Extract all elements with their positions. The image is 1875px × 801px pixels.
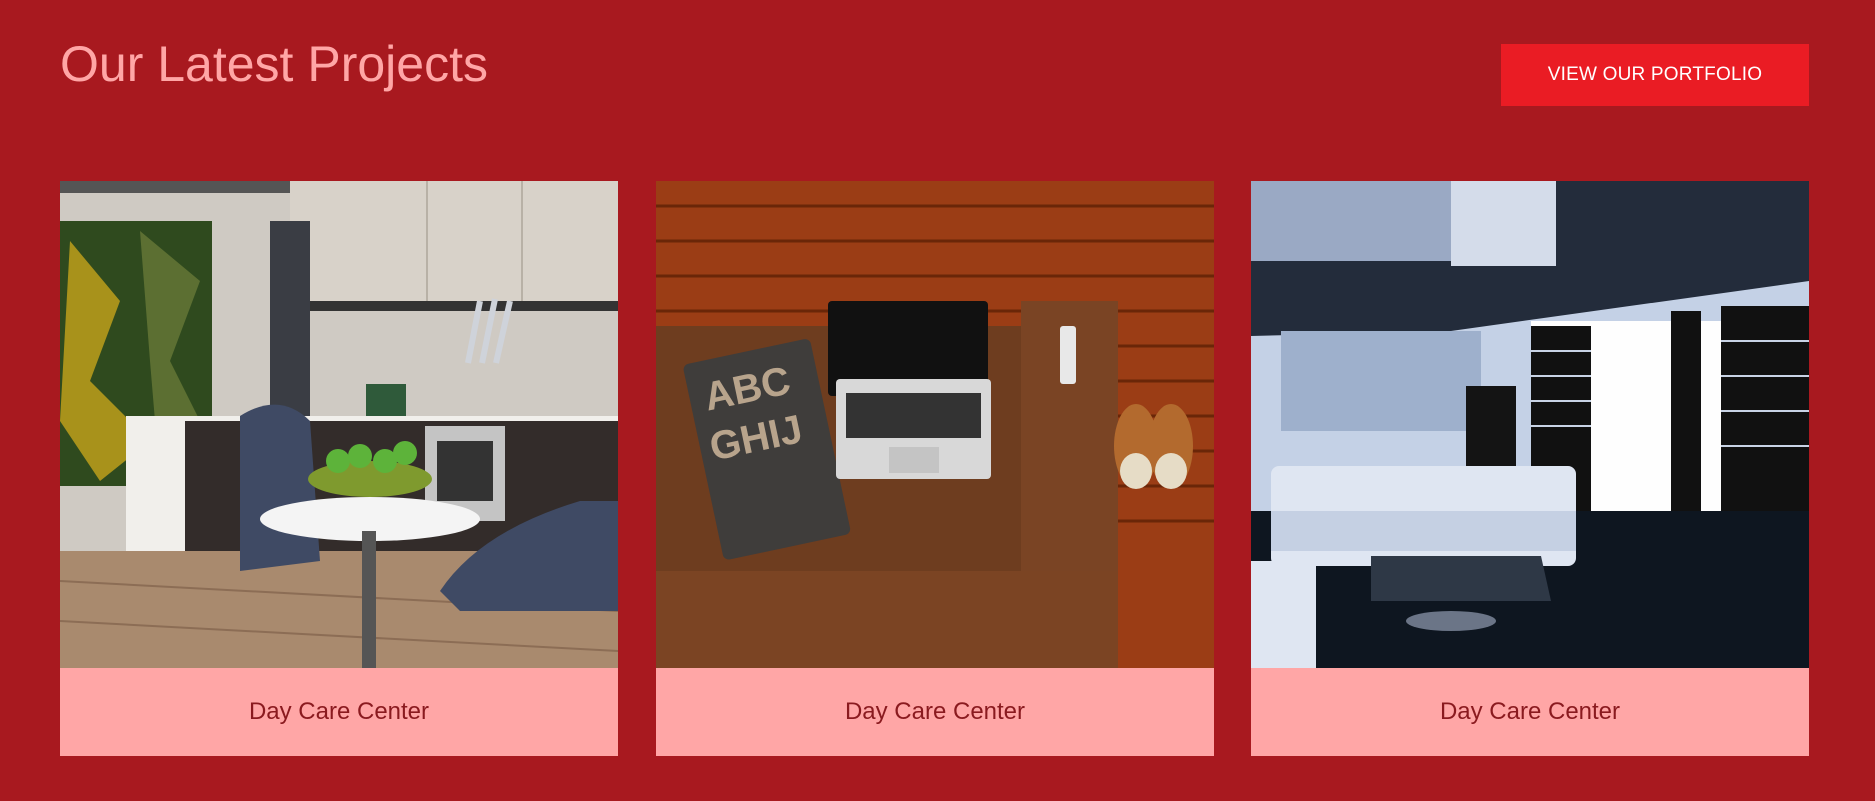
sofa-laptop-illustration: ABC GHIJ — [656, 181, 1214, 668]
living-room-illustration — [1251, 181, 1809, 668]
view-portfolio-button[interactable]: VIEW OUR PORTFOLIO — [1501, 44, 1809, 106]
section-title: Our Latest Projects — [60, 36, 488, 92]
project-image-living-room[interactable] — [1251, 181, 1809, 668]
project-caption[interactable]: Day Care Center — [1251, 668, 1809, 756]
kitchen-illustration — [60, 181, 618, 668]
project-caption[interactable]: Day Care Center — [60, 668, 618, 756]
project-caption[interactable]: Day Care Center — [656, 668, 1214, 756]
project-card[interactable]: ABC GHIJ Day Care Center — [656, 181, 1214, 756]
project-card[interactable]: Day Care Center — [1251, 181, 1809, 756]
project-image-kitchen[interactable] — [60, 181, 618, 668]
project-image-sofa[interactable]: ABC GHIJ — [656, 181, 1214, 668]
project-card[interactable]: Day Care Center — [60, 181, 618, 756]
